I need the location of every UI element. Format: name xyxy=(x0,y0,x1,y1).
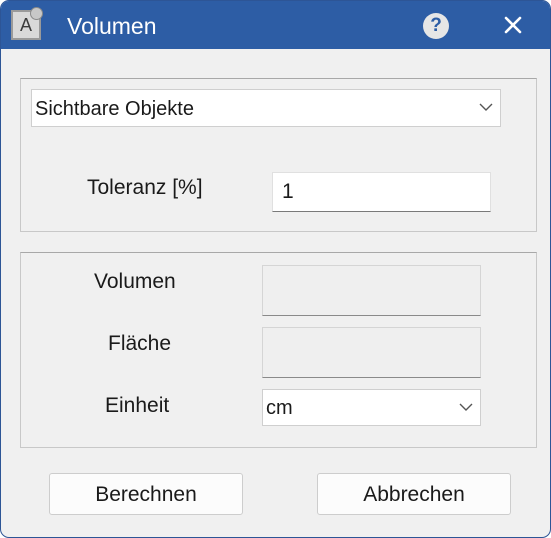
close-icon xyxy=(504,16,522,34)
close-button[interactable] xyxy=(497,9,529,41)
objects-dropdown[interactable]: Sichtbare Objekte xyxy=(31,89,501,127)
help-button[interactable]: ? xyxy=(423,13,449,39)
objects-dropdown-value: Sichtbare Objekte xyxy=(35,98,194,120)
app-icon-badge xyxy=(30,7,43,20)
area-output xyxy=(262,327,481,378)
tolerance-input[interactable]: 1 xyxy=(272,172,491,212)
app-icon-letter: A xyxy=(19,15,32,35)
volume-label: Volumen xyxy=(94,270,176,293)
unit-label: Einheit xyxy=(105,394,170,417)
chevron-down-icon xyxy=(459,403,473,411)
unit-dropdown[interactable]: cm xyxy=(262,389,481,426)
volume-dialog: A Volumen ? Sichtbare Objekte Toleranz [… xyxy=(0,0,551,538)
window-title: Volumen xyxy=(67,13,157,39)
help-icon: ? xyxy=(430,15,442,36)
area-label: Fläche xyxy=(108,332,172,355)
calculate-button[interactable]: Berechnen xyxy=(49,473,243,515)
unit-dropdown-value: cm xyxy=(266,397,293,419)
chevron-down-icon xyxy=(479,103,493,111)
volume-output xyxy=(262,265,481,316)
cancel-button[interactable]: Abbrechen xyxy=(317,473,511,515)
app-icon: A xyxy=(11,7,43,40)
tolerance-label: Toleranz [%] xyxy=(87,176,203,199)
title-bar[interactable]: A Volumen ? xyxy=(1,1,550,49)
